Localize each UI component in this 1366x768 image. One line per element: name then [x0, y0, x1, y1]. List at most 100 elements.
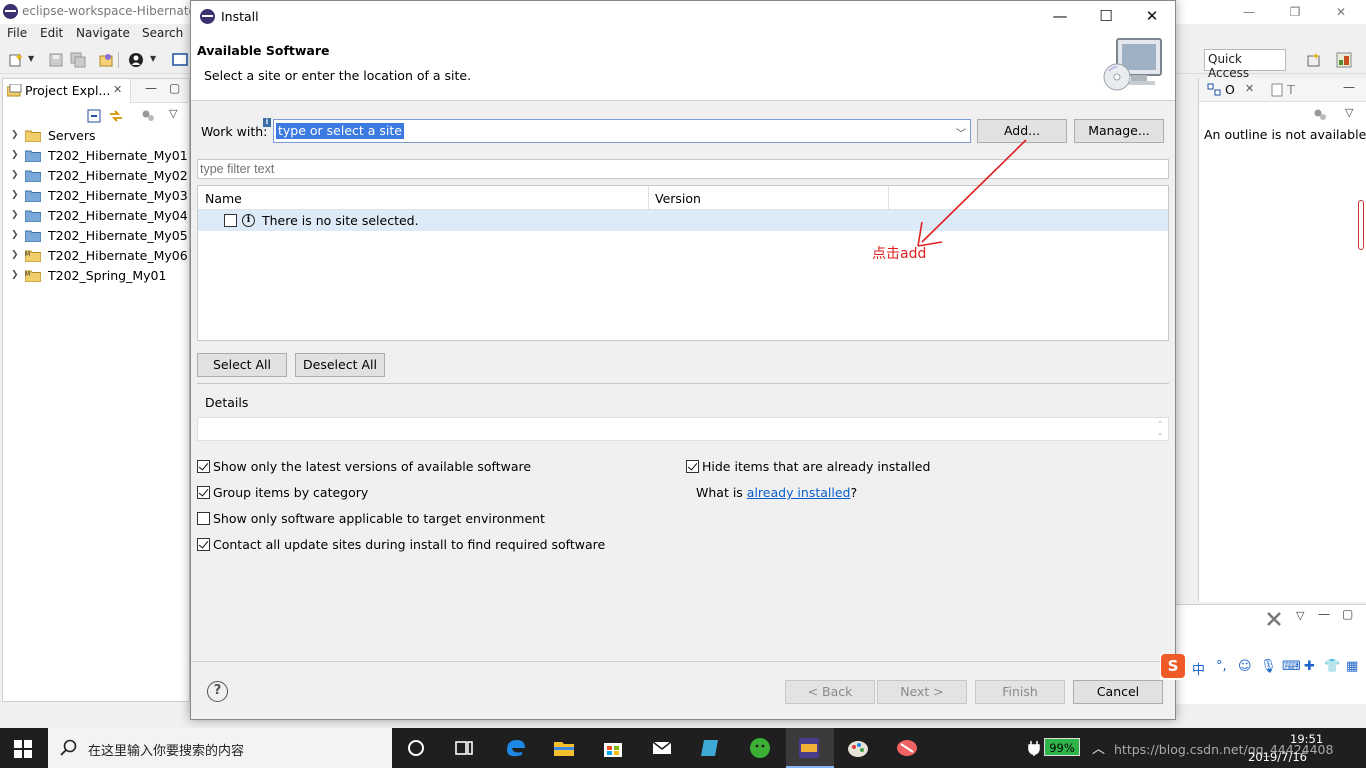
manage-sites-button[interactable]: Manage...: [1074, 119, 1164, 143]
save-all-icon[interactable]: [70, 52, 86, 68]
menu-file[interactable]: File: [7, 26, 27, 40]
wechat-icon[interactable]: [748, 736, 772, 760]
tree-item-project[interactable]: ❯ M T202_Hibernate_My06: [3, 246, 189, 266]
expand-arrow-icon[interactable]: ❯: [11, 270, 19, 280]
maximize-view-icon[interactable]: ▢: [1342, 607, 1353, 621]
maximize-view-icon[interactable]: ▢: [169, 81, 180, 95]
deselect-all-button[interactable]: Deselect All: [295, 353, 385, 377]
minimize-view-icon[interactable]: —: [1318, 607, 1330, 621]
punctuation-icon[interactable]: °,: [1216, 659, 1227, 674]
project-explorer-tab[interactable]: Project Expl... ✕: [3, 79, 131, 103]
minimize-view-icon[interactable]: —: [145, 81, 157, 95]
finish-button[interactable]: Finish: [975, 680, 1065, 704]
work-with-combo[interactable]: type or select a site ﹀: [273, 119, 971, 143]
group-by-category-checkbox[interactable]: [197, 486, 210, 499]
user-dropdown-icon[interactable]: ▼: [150, 54, 156, 63]
open-perspective-icon[interactable]: [1306, 52, 1322, 68]
microsoft-store-icon[interactable]: [601, 736, 625, 760]
chevron-up-icon[interactable]: ︿: [1092, 738, 1105, 757]
collapse-all-icon[interactable]: [87, 109, 101, 123]
build-icon[interactable]: [98, 52, 114, 68]
tab-close-icon[interactable]: ✕: [1245, 82, 1254, 95]
windows-start-icon[interactable]: [14, 740, 32, 758]
mail-icon[interactable]: [650, 736, 674, 760]
quick-access-field[interactable]: Quick Access: [1204, 49, 1286, 80]
task-tab-label[interactable]: T: [1287, 82, 1295, 97]
java-ee-perspective-icon[interactable]: [1336, 52, 1352, 68]
user-icon[interactable]: [128, 52, 144, 68]
expand-arrow-icon[interactable]: ❯: [11, 190, 19, 200]
expand-arrow-icon[interactable]: ❯: [11, 150, 19, 160]
view-menu-icon[interactable]: ▽: [169, 107, 177, 120]
menu-navigate[interactable]: Navigate: [76, 26, 130, 40]
chinese-mode-icon[interactable]: 中: [1192, 659, 1205, 678]
tree-item-servers[interactable]: ❯ Servers: [3, 126, 189, 146]
sogou-logo-icon[interactable]: S: [1161, 654, 1185, 678]
cortana-icon[interactable]: [404, 736, 428, 760]
already-installed-link[interactable]: already installed: [747, 485, 851, 500]
tab-close-icon[interactable]: ✕: [113, 83, 122, 96]
view-menu-icon[interactable]: ▽: [1345, 106, 1353, 119]
more-apps-icon[interactable]: ▦: [1346, 659, 1358, 674]
new-dropdown-icon[interactable]: ▼: [28, 54, 34, 63]
expand-arrow-icon[interactable]: ❯: [11, 210, 19, 220]
file-explorer-icon[interactable]: [552, 736, 576, 760]
microphone-icon[interactable]: 🎙: [1260, 659, 1277, 674]
paint-icon[interactable]: [846, 736, 870, 760]
dialog-minimize-icon[interactable]: —: [1037, 1, 1083, 31]
battery-indicator[interactable]: 99%: [1044, 738, 1080, 756]
contact-update-sites-checkbox[interactable]: [197, 538, 210, 551]
hide-installed-checkbox[interactable]: [686, 460, 699, 473]
dialog-close-icon[interactable]: ✕: [1129, 1, 1175, 31]
next-button[interactable]: Next >: [877, 680, 967, 704]
tree-item-project[interactable]: ❯ T202_Hibernate_My04: [3, 206, 189, 226]
select-all-button[interactable]: Select All: [197, 353, 287, 377]
save-icon[interactable]: [48, 52, 64, 68]
console-icon[interactable]: [172, 52, 188, 68]
expand-arrow-icon[interactable]: ❯: [11, 250, 19, 260]
target-environment-checkbox[interactable]: [197, 512, 210, 525]
notepad-icon[interactable]: [699, 736, 723, 760]
keyboard-icon[interactable]: ⌨: [1282, 659, 1301, 674]
tree-item-project[interactable]: ❯ T202_Hibernate_My05: [3, 226, 189, 246]
eclipse-taskbar-icon[interactable]: [797, 736, 821, 760]
work-with-value[interactable]: type or select a site: [276, 123, 404, 139]
focus-icon[interactable]: [1313, 108, 1327, 122]
minimize-view-icon[interactable]: —: [1343, 80, 1355, 94]
dialog-maximize-icon[interactable]: ☐: [1083, 1, 1129, 31]
close-icon[interactable]: ✕: [1318, 0, 1364, 24]
outline-tab-label[interactable]: O: [1225, 82, 1235, 97]
scroll-arrows-icon[interactable]: ⌃ ⌄: [1154, 420, 1166, 438]
menu-edit[interactable]: Edit: [40, 26, 63, 40]
toolbox-icon[interactable]: ✚: [1304, 659, 1315, 674]
latest-versions-checkbox[interactable]: [197, 460, 210, 473]
link-with-editor-icon[interactable]: [109, 109, 123, 123]
tray-time[interactable]: 19:51: [1290, 732, 1323, 746]
expand-arrow-icon[interactable]: ❯: [11, 230, 19, 240]
details-text-area[interactable]: ⌃ ⌄: [197, 417, 1169, 441]
tools-icon[interactable]: [1266, 611, 1282, 627]
tray-date[interactable]: 2019/7/16: [1248, 750, 1307, 764]
tree-item-project[interactable]: ❯ T202_Hibernate_My02: [3, 166, 189, 186]
task-view-icon[interactable]: [452, 736, 476, 760]
taskbar-search-box[interactable]: 在这里输入你要搜索的内容: [48, 728, 392, 768]
tree-item-project[interactable]: ❯ M T202_Spring_My01: [3, 266, 189, 286]
power-plug-icon[interactable]: [1026, 740, 1042, 756]
emoji-icon[interactable]: ☺: [1238, 659, 1252, 674]
screenshot-tool-icon[interactable]: [895, 736, 919, 760]
edge-browser-icon[interactable]: [503, 736, 527, 760]
view-menu-icon[interactable]: ▽: [1296, 609, 1304, 622]
help-icon[interactable]: ?: [207, 681, 228, 702]
new-wizard-icon[interactable]: [8, 52, 24, 68]
menu-search[interactable]: Search: [142, 26, 183, 40]
column-header-version[interactable]: Version: [655, 191, 701, 206]
column-header-name[interactable]: Name: [205, 191, 242, 206]
focus-icon[interactable]: [141, 109, 155, 123]
skin-icon[interactable]: 👕: [1324, 659, 1340, 674]
expand-arrow-icon[interactable]: ❯: [11, 130, 19, 140]
tree-item-project[interactable]: ❯ T202_Hibernate_My01: [3, 146, 189, 166]
cancel-button[interactable]: Cancel: [1073, 680, 1163, 704]
minimize-icon[interactable]: —: [1226, 0, 1272, 24]
tree-item-project[interactable]: ❯ T202_Hibernate_My03: [3, 186, 189, 206]
row-checkbox[interactable]: [224, 214, 237, 227]
